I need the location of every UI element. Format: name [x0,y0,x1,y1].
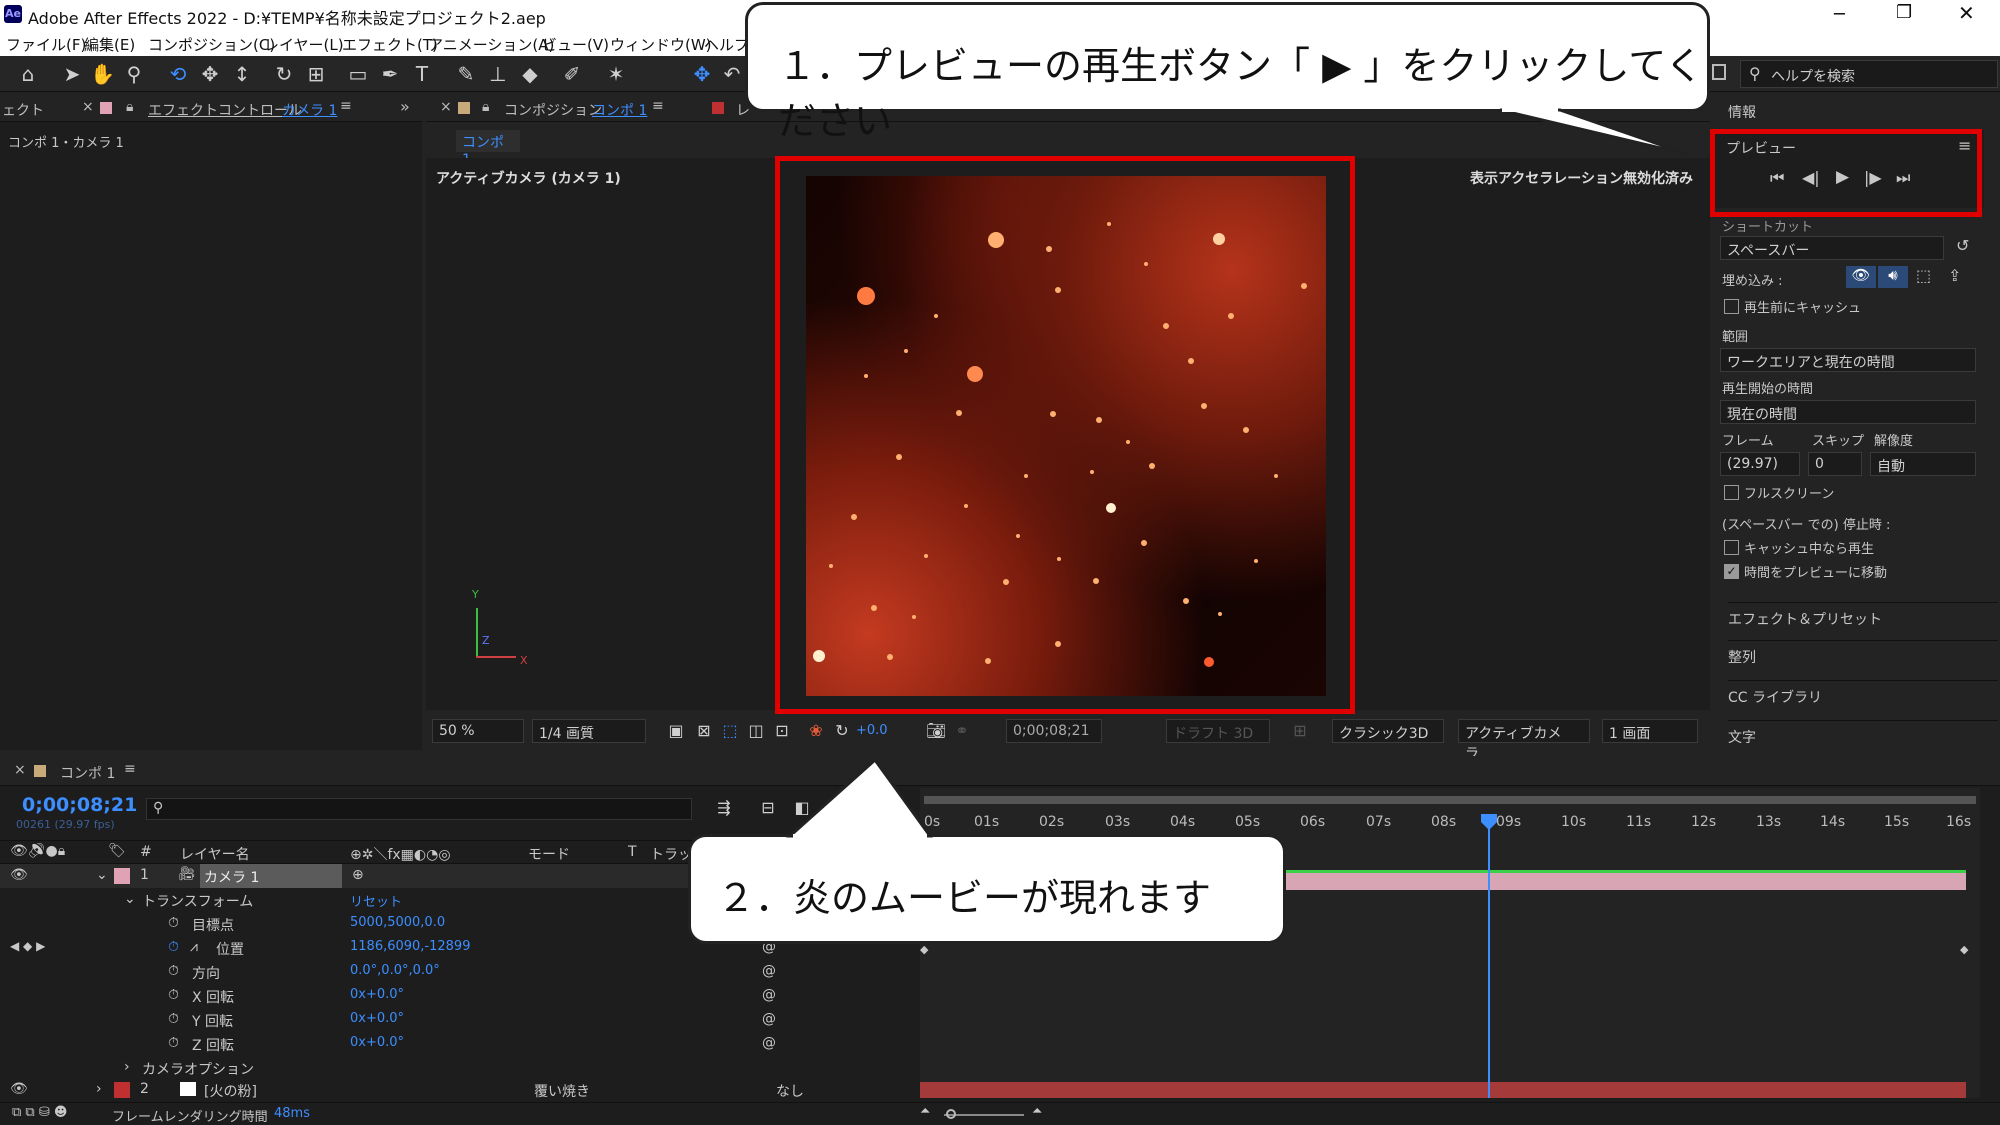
callout-step-2-pointer [786,757,933,844]
